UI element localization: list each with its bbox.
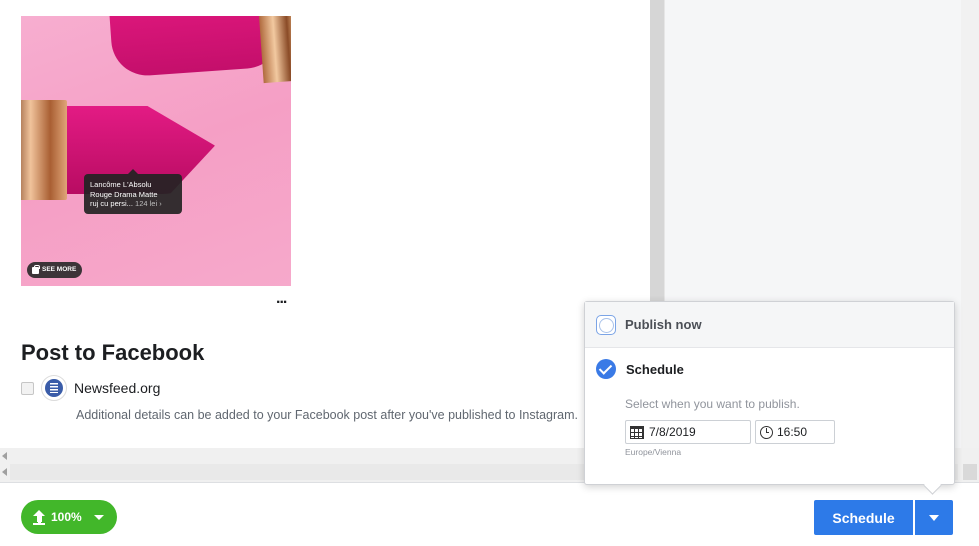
facebook-page-row: Newsfeed.org <box>21 375 160 401</box>
product-tag-price: 124 lei › <box>135 199 162 208</box>
page-avatar <box>41 375 67 401</box>
shopping-bag-icon <box>32 264 40 274</box>
product-tag-line3-row: ruj cu persi... 124 lei › <box>90 199 177 209</box>
schedule-radio-checked-icon[interactable] <box>596 359 616 379</box>
upload-icon-base <box>33 522 45 525</box>
vertical-scrollbar[interactable] <box>961 0 979 482</box>
scroll-left-arrow-icon[interactable] <box>2 452 7 460</box>
upload-progress-label: 100% <box>51 510 82 524</box>
page-name: Newsfeed.org <box>74 380 161 396</box>
schedule-option-label: Schedule <box>626 361 684 377</box>
upload-icon <box>33 509 45 525</box>
facebook-details-text: Additional details can be added to your … <box>76 408 579 422</box>
calendar-icon <box>630 425 644 439</box>
pane-divider[interactable] <box>650 0 664 330</box>
facebook-page-checkbox[interactable] <box>21 381 34 395</box>
schedule-button[interactable]: Schedule <box>814 500 913 535</box>
publish-now-radio[interactable] <box>596 314 616 335</box>
schedule-date-value: 7/8/2019 <box>649 425 696 439</box>
schedule-options-toggle[interactable] <box>915 500 953 535</box>
product-tag-line3: ruj cu persi... <box>90 199 133 208</box>
chevron-down-icon <box>929 514 939 521</box>
scrollbar-corner <box>963 464 977 480</box>
schedule-date-input[interactable]: 7/8/2019 <box>625 420 751 444</box>
more-options-icon[interactable]: ... <box>276 291 287 307</box>
lipstick-bottom-casing <box>21 100 67 200</box>
see-more-button[interactable]: SEE MORE <box>27 262 83 278</box>
lipstick-top-casing <box>258 16 291 84</box>
app-window: Lancôme L'Absolu Rouge Drama Matte ruj c… <box>0 0 979 546</box>
scroll-left-arrow-icon-2[interactable] <box>2 468 7 476</box>
lipstick-top-bullet <box>108 16 284 78</box>
product-tag[interactable]: Lancôme L'Absolu Rouge Drama Matte ruj c… <box>84 169 182 214</box>
post-to-facebook-title: Post to Facebook <box>21 340 205 365</box>
schedule-option[interactable]: Schedule <box>596 359 684 379</box>
newsfeed-logo-icon <box>45 379 63 397</box>
product-tag-line2: Rouge Drama Matte <box>90 189 158 199</box>
schedule-time-input[interactable]: 16:50 <box>755 420 835 444</box>
see-more-label: SEE MORE <box>42 266 77 273</box>
composer-preview-area: Lancôme L'Absolu Rouge Drama Matte ruj c… <box>0 0 650 448</box>
schedule-time-value: 16:50 <box>777 425 808 439</box>
publish-options-popover: Publish now Schedule Select when you wan… <box>584 301 955 485</box>
chevron-down-icon <box>93 514 104 520</box>
product-tag-line1: Lancôme L'Absolu <box>90 180 152 189</box>
schedule-hint: Select when you want to publish. <box>625 397 800 411</box>
clock-icon <box>760 425 773 439</box>
footer-bar: 100% Schedule <box>0 482 979 546</box>
publish-now-option[interactable]: Publish now <box>585 302 954 348</box>
publish-now-label: Publish now <box>625 317 702 332</box>
timezone-label: Europe/Vienna <box>625 447 682 457</box>
upload-progress-button[interactable]: 100% <box>21 500 117 534</box>
post-image[interactable]: Lancôme L'Absolu Rouge Drama Matte ruj c… <box>21 16 291 286</box>
